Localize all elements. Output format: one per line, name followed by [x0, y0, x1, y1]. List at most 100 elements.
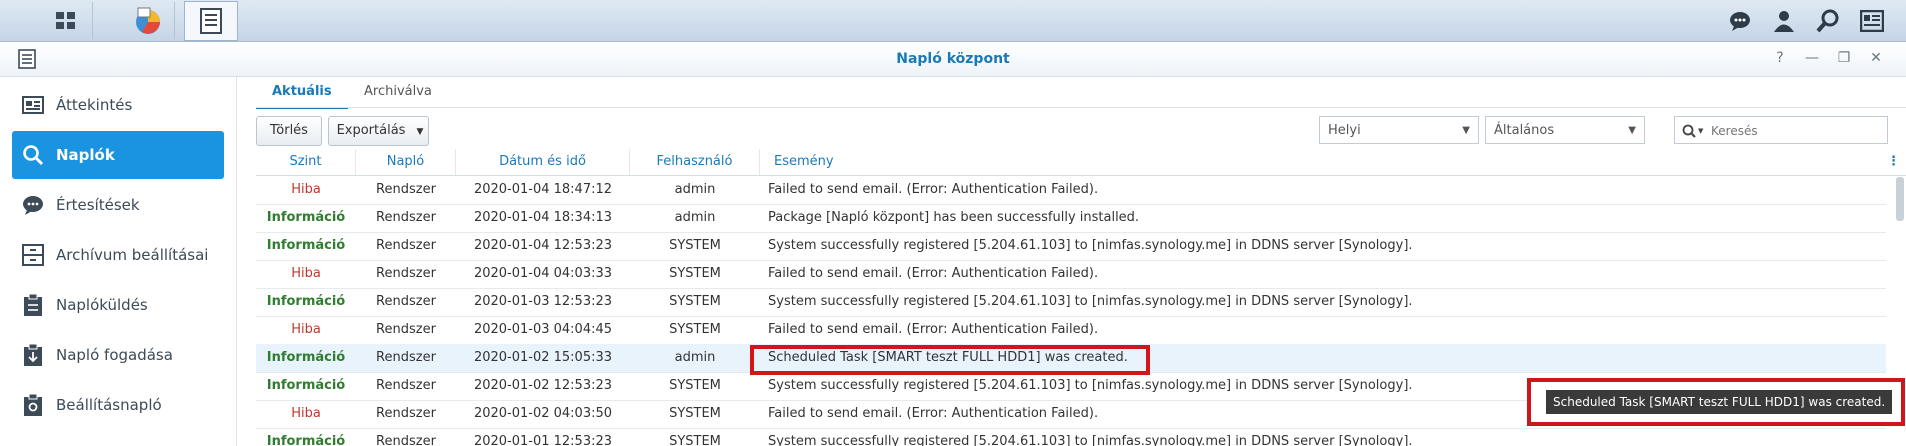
- cell-event: Failed to send email. (Error: Authentica…: [768, 266, 1099, 281]
- cell-log: Rendszer: [376, 182, 436, 197]
- cell-user: admin: [674, 350, 716, 365]
- chat-bubble-icon: [20, 192, 46, 218]
- sidebar-item-label: Áttekintés: [56, 96, 133, 114]
- cell-user: SYSTEM: [669, 238, 721, 253]
- cell-user: SYSTEM: [669, 294, 721, 309]
- chat-button[interactable]: [1722, 6, 1758, 36]
- export-button[interactable]: Exportálás: [328, 116, 414, 146]
- widgets-icon: [1860, 10, 1884, 32]
- help-button[interactable]: ?: [1769, 50, 1791, 68]
- table-row[interactable]: Információ Rendszer 2020-01-03 12:53:23 SYS…: [256, 288, 1886, 317]
- vertical-scrollbar[interactable]: [1896, 177, 1904, 221]
- column-menu-icon[interactable]: ⋮: [1887, 149, 1900, 175]
- highlight-selected-event: [750, 345, 1150, 375]
- close-button[interactable]: ✕: [1865, 50, 1887, 68]
- column-header-level[interactable]: Szint: [256, 149, 356, 175]
- user-icon: [1774, 11, 1794, 32]
- cell-level: Hiba: [291, 406, 321, 421]
- sidebar-item-label: Naplók: [56, 146, 115, 164]
- event-tooltip: Scheduled Task [SMART teszt FULL HDD1] w…: [1546, 390, 1893, 414]
- cell-log: Rendszer: [376, 378, 436, 393]
- archive-icon: [20, 242, 46, 268]
- cell-level: Információ: [266, 238, 346, 253]
- cell-level: Információ: [266, 378, 346, 393]
- app-grid-icon: [56, 11, 75, 29]
- clipboard-receive-icon: [20, 342, 46, 368]
- log-center-icon: [200, 8, 222, 34]
- widgets-button[interactable]: [1854, 6, 1890, 36]
- cell-datetime: 2020-01-02 04:03:50: [473, 406, 613, 421]
- sidebar-item-label: Napló fogadása: [56, 346, 173, 364]
- sidebar-item-log-receiving[interactable]: Napló fogadása: [12, 331, 224, 379]
- tab-archived[interactable]: Archiválva: [348, 77, 448, 107]
- delete-button[interactable]: Törlés: [256, 116, 322, 146]
- source-select-value: Helyi: [1328, 123, 1361, 138]
- cell-log: Rendszer: [376, 434, 436, 446]
- cell-level: Információ: [266, 210, 346, 225]
- column-header-event[interactable]: Esemény: [760, 149, 1906, 175]
- user-button[interactable]: [1766, 6, 1802, 36]
- cell-datetime: 2020-01-02 15:05:33: [473, 350, 613, 365]
- sidebar-item-logs[interactable]: Naplók: [12, 131, 224, 179]
- restore-button[interactable]: ❐: [1833, 50, 1855, 68]
- highlight-tooltip: Scheduled Task [SMART teszt FULL HDD1] w…: [1527, 378, 1905, 426]
- cell-level: Hiba: [291, 266, 321, 281]
- cell-level: Hiba: [291, 322, 321, 337]
- sidebar-item-archive-settings[interactable]: Archívum beállításai: [12, 231, 224, 279]
- source-select[interactable]: Helyi ▼: [1319, 116, 1479, 144]
- sidebar-item-label: Naplóküldés: [56, 296, 148, 314]
- column-header-datetime[interactable]: Dátum és idő: [456, 149, 630, 175]
- control-panel-icon: [136, 7, 160, 34]
- type-select-value: Általános: [1494, 123, 1555, 138]
- cell-event: Failed to send email. (Error: Authentica…: [768, 322, 1099, 337]
- column-header-user[interactable]: Felhasználó: [630, 149, 760, 175]
- cell-datetime: 2020-01-04 18:47:12: [473, 182, 613, 197]
- table-row[interactable]: Információ Rendszer 2020-01-01 12:53:23 SYS…: [256, 428, 1886, 446]
- window-title: Napló központ: [896, 51, 1010, 67]
- search-input[interactable]: [1709, 120, 1883, 142]
- cell-level: Hiba: [291, 182, 321, 197]
- cell-datetime: 2020-01-02 12:53:23: [473, 378, 613, 393]
- export-dropdown-button[interactable]: ▼: [412, 116, 429, 146]
- overview-icon: [20, 92, 46, 118]
- cell-datetime: 2020-01-01 12:53:23: [473, 434, 613, 446]
- sidebar-item-overview[interactable]: Áttekintés: [12, 81, 224, 129]
- control-panel-taskbar-button[interactable]: [122, 2, 175, 39]
- cell-user: admin: [674, 210, 716, 225]
- sidebar: Áttekintés Naplók Értesítések Archívum b…: [0, 77, 237, 446]
- tab-current[interactable]: Aktuális: [256, 77, 348, 109]
- type-select[interactable]: Általános ▼: [1485, 116, 1645, 144]
- chevron-down-icon: ▼: [1628, 125, 1636, 136]
- table-row[interactable]: Információ Rendszer 2020-01-04 18:34:13 adm…: [256, 204, 1886, 233]
- cell-level: Információ: [266, 350, 346, 365]
- table-row[interactable]: Hiba Rendszer 2020-01-03 04:04:45 SYSTEM Fai…: [256, 316, 1886, 345]
- main-menu-button[interactable]: [40, 2, 93, 39]
- search-field[interactable]: ▼: [1674, 116, 1888, 144]
- taskbar: [0, 0, 1906, 42]
- log-center-taskbar-button[interactable]: [184, 1, 238, 41]
- column-header-log[interactable]: Napló: [356, 149, 456, 175]
- sidebar-item-log-sending[interactable]: Naplóküldés: [12, 281, 224, 329]
- sidebar-item-settings-log[interactable]: Beállításnapló: [12, 381, 224, 429]
- table-row[interactable]: Információ Rendszer 2020-01-04 12:53:23 SYS…: [256, 232, 1886, 261]
- cell-log: Rendszer: [376, 210, 436, 225]
- cell-log: Rendszer: [376, 294, 436, 309]
- cell-event: Failed to send email. (Error: Authentica…: [768, 182, 1099, 197]
- sidebar-item-notifications[interactable]: Értesítések: [12, 181, 224, 229]
- sidebar-item-label: Archívum beállításai: [56, 246, 209, 264]
- clipboard-settings-icon: [20, 392, 46, 418]
- cell-level: Információ: [266, 434, 346, 446]
- search-button[interactable]: [1810, 6, 1846, 36]
- cell-level: Információ: [266, 294, 346, 309]
- minimize-button[interactable]: —: [1801, 50, 1823, 68]
- search-icon: [1682, 124, 1696, 138]
- cell-datetime: 2020-01-04 12:53:23: [473, 238, 613, 253]
- cell-log: Rendszer: [376, 322, 436, 337]
- table-header: Szint Napló Dátum és idő Felhasználó Ese…: [256, 149, 1906, 176]
- chevron-down-icon: ▼: [1698, 127, 1704, 135]
- cell-log: Rendszer: [376, 350, 436, 365]
- chevron-down-icon: ▼: [416, 127, 424, 137]
- table-row[interactable]: Hiba Rendszer 2020-01-04 04:03:33 SYSTEM Fai…: [256, 260, 1886, 289]
- table-row[interactable]: Hiba Rendszer 2020-01-04 18:47:12 admin Fail…: [256, 176, 1886, 205]
- cell-user: SYSTEM: [669, 406, 721, 421]
